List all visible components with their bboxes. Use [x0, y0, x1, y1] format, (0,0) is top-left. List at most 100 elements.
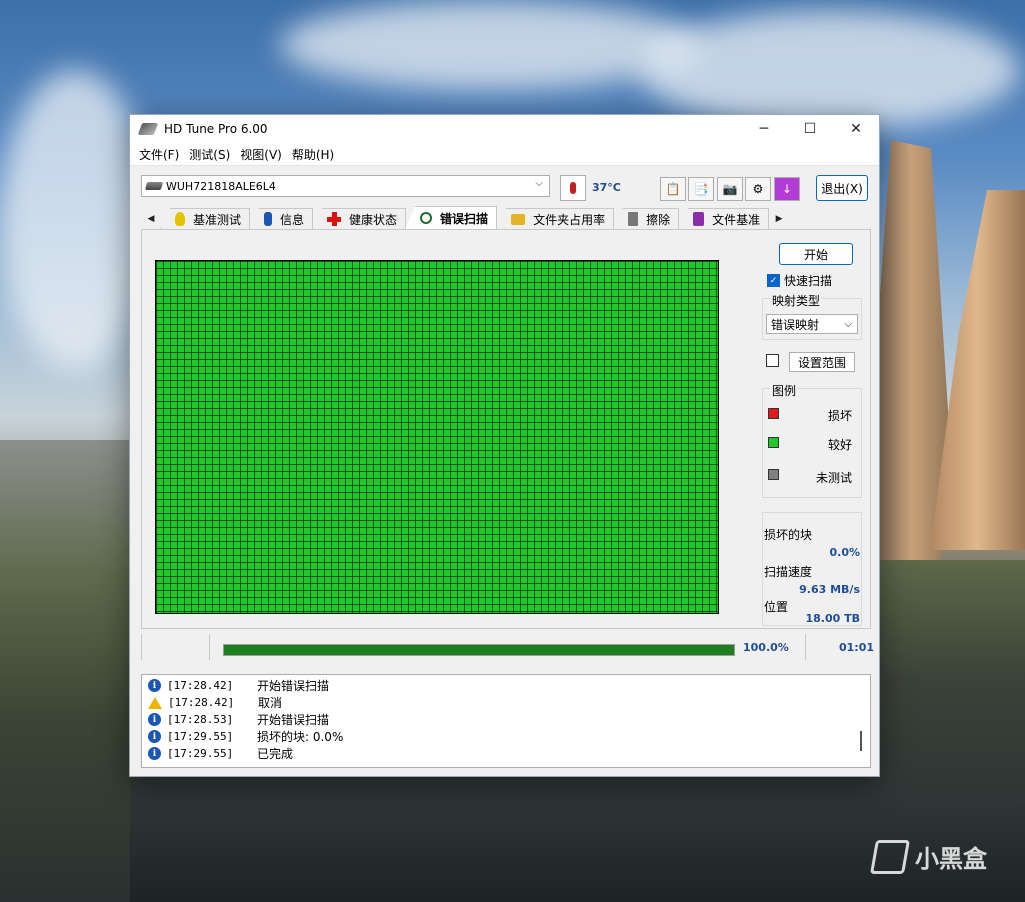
thermometer-icon [570, 182, 576, 194]
map-type-value: 错误映射 [771, 317, 820, 332]
warning-icon [148, 696, 162, 709]
background-rocks-left [0, 440, 130, 902]
file-benchmark-icon [693, 212, 705, 226]
info-icon: i [148, 747, 161, 760]
tab-label: 文件夹占用率 [533, 212, 606, 227]
map-type-select[interactable]: 错误映射 ⌵ [766, 314, 858, 334]
temperature-value: 37°C [592, 181, 621, 194]
tab-erase[interactable]: 擦除 [613, 208, 680, 229]
temperature-button[interactable] [560, 175, 586, 201]
background-cloud [640, 10, 1020, 130]
set-range-option[interactable] [766, 354, 783, 367]
log-entry: i [17:29.55] 已完成 [148, 745, 293, 762]
copy-image-button[interactable]: 📑 [688, 177, 714, 201]
legend-label-damaged: 损坏 [828, 409, 853, 423]
scan-speed-value: 9.63 MB/s [799, 583, 860, 596]
status-bar: 100.0% 01:01 [141, 634, 874, 662]
log-entry: i [17:29.55] 损坏的块: 0.0% [148, 728, 343, 745]
error-scan-panel: 开始 ✓ 快速扫描 映射类型 错误映射 ⌵ 设置范围 图例 损坏 较好 未测试 … [141, 229, 871, 629]
start-button[interactable]: 开始 [779, 243, 853, 265]
tab-label: 信息 [280, 212, 305, 227]
watermark: 小黑盒 [870, 839, 987, 874]
title-bar[interactable]: HD Tune Pro 6.00 ─ ☐ ✕ [130, 115, 879, 143]
log-message: 开始错误扫描 [257, 679, 330, 693]
lightbulb-icon [175, 212, 185, 226]
tab-scroll-left-icon[interactable]: ◀ [141, 209, 161, 229]
watermark-logo-icon [870, 839, 910, 874]
copy-text-icon: 📋 [665, 182, 681, 196]
menu-view[interactable]: 视图(V) [235, 146, 287, 163]
tab-benchmark[interactable]: 基准测试 [160, 208, 251, 229]
folder-icon [511, 213, 526, 225]
drive-name: WUH721818ALE6L4 [166, 179, 276, 193]
chevron-down-icon: ⌵ [535, 178, 543, 189]
quick-scan-option[interactable]: ✓ 快速扫描 [767, 272, 832, 289]
damaged-blocks-value: 0.0% [829, 546, 860, 559]
legend-label-untested: 未测试 [816, 471, 853, 485]
log-time: [17:29.55] [167, 747, 234, 760]
status-separator [141, 634, 142, 660]
magnifier-icon [420, 212, 433, 224]
log-entry: i [17:28.53] 开始错误扫描 [148, 711, 329, 728]
info-icon: i [148, 713, 161, 726]
background-cloud [0, 70, 150, 370]
log-scrollbar[interactable] [860, 731, 862, 751]
quick-scan-label: 快速扫描 [784, 274, 833, 288]
window-title: HD Tune Pro 6.00 [164, 122, 268, 136]
info-icon: i [148, 730, 161, 743]
legend-swatch-damaged [768, 408, 779, 419]
progress-percent: 100.0% [743, 641, 789, 654]
app-icon [137, 123, 159, 135]
background-cloud [280, 0, 700, 90]
tab-scroll-right-icon[interactable]: ▶ [769, 209, 789, 229]
tab-info[interactable]: 信息 [249, 208, 314, 229]
hard-drive-icon [144, 182, 164, 190]
quick-scan-checkbox[interactable]: ✓ [767, 274, 780, 287]
status-separator [209, 634, 210, 660]
scan-progress-bar [223, 644, 735, 656]
status-separator [805, 634, 806, 660]
drive-select[interactable]: WUH721818ALE6L4 ⌵ [141, 175, 550, 197]
watermark-text: 小黑盒 [915, 845, 987, 873]
log-time: [17:28.53] [167, 713, 234, 726]
maximize-button[interactable]: ☐ [787, 115, 833, 143]
menu-help[interactable]: 帮助(H) [287, 146, 339, 163]
tab-label: 基准测试 [193, 212, 242, 227]
event-log[interactable]: i [17:28.42] 开始错误扫描 [17:28.42] 取消 i [17:… [141, 674, 871, 768]
tab-file-benchmark[interactable]: 文件基准 [678, 208, 770, 229]
legend-swatch-good [768, 437, 779, 448]
tab-folder-usage[interactable]: 文件夹占用率 [496, 208, 615, 229]
info-icon: i [148, 679, 161, 692]
camera-icon: 📷 [722, 182, 738, 196]
tab-label: 健康状态 [349, 212, 398, 227]
copy-text-button[interactable]: 📋 [660, 177, 686, 201]
scan-speed-label: 扫描速度 [764, 565, 813, 579]
damaged-blocks-label: 损坏的块 [764, 528, 813, 542]
log-time: [17:28.42] [167, 679, 234, 692]
legend-title: 图例 [770, 382, 799, 399]
map-type-label: 映射类型 [770, 292, 823, 309]
menu-test[interactable]: 测试(S) [184, 146, 235, 163]
menu-file[interactable]: 文件(F) [134, 146, 184, 163]
close-button[interactable]: ✕ [833, 115, 879, 143]
minimize-button[interactable]: ─ [741, 115, 787, 143]
tab-health[interactable]: 健康状态 [312, 208, 407, 229]
set-range-checkbox[interactable] [766, 354, 779, 367]
options-button[interactable]: ⚙ [745, 177, 771, 201]
scan-progress-fill [224, 645, 734, 655]
tab-label: 擦除 [646, 212, 671, 227]
set-range-button[interactable]: 设置范围 [789, 352, 855, 372]
copy-image-icon: 📑 [693, 182, 709, 196]
settings-icon: ⚙ [752, 182, 764, 196]
tab-error-scan[interactable]: 错误扫描 [405, 206, 498, 229]
elapsed-time: 01:01 [839, 641, 875, 654]
health-cross-icon [327, 212, 342, 226]
position-value: 18.00 TB [805, 612, 860, 625]
chevron-down-icon: ⌵ [844, 318, 852, 330]
log-entry: i [17:28.42] 开始错误扫描 [148, 677, 329, 694]
log-message: 已完成 [257, 747, 294, 761]
save-icon: ↓ [781, 182, 793, 196]
exit-button[interactable]: 退出(X) [816, 175, 868, 201]
screenshot-button[interactable]: 📷 [717, 177, 743, 201]
save-button[interactable]: ↓ [774, 177, 800, 201]
